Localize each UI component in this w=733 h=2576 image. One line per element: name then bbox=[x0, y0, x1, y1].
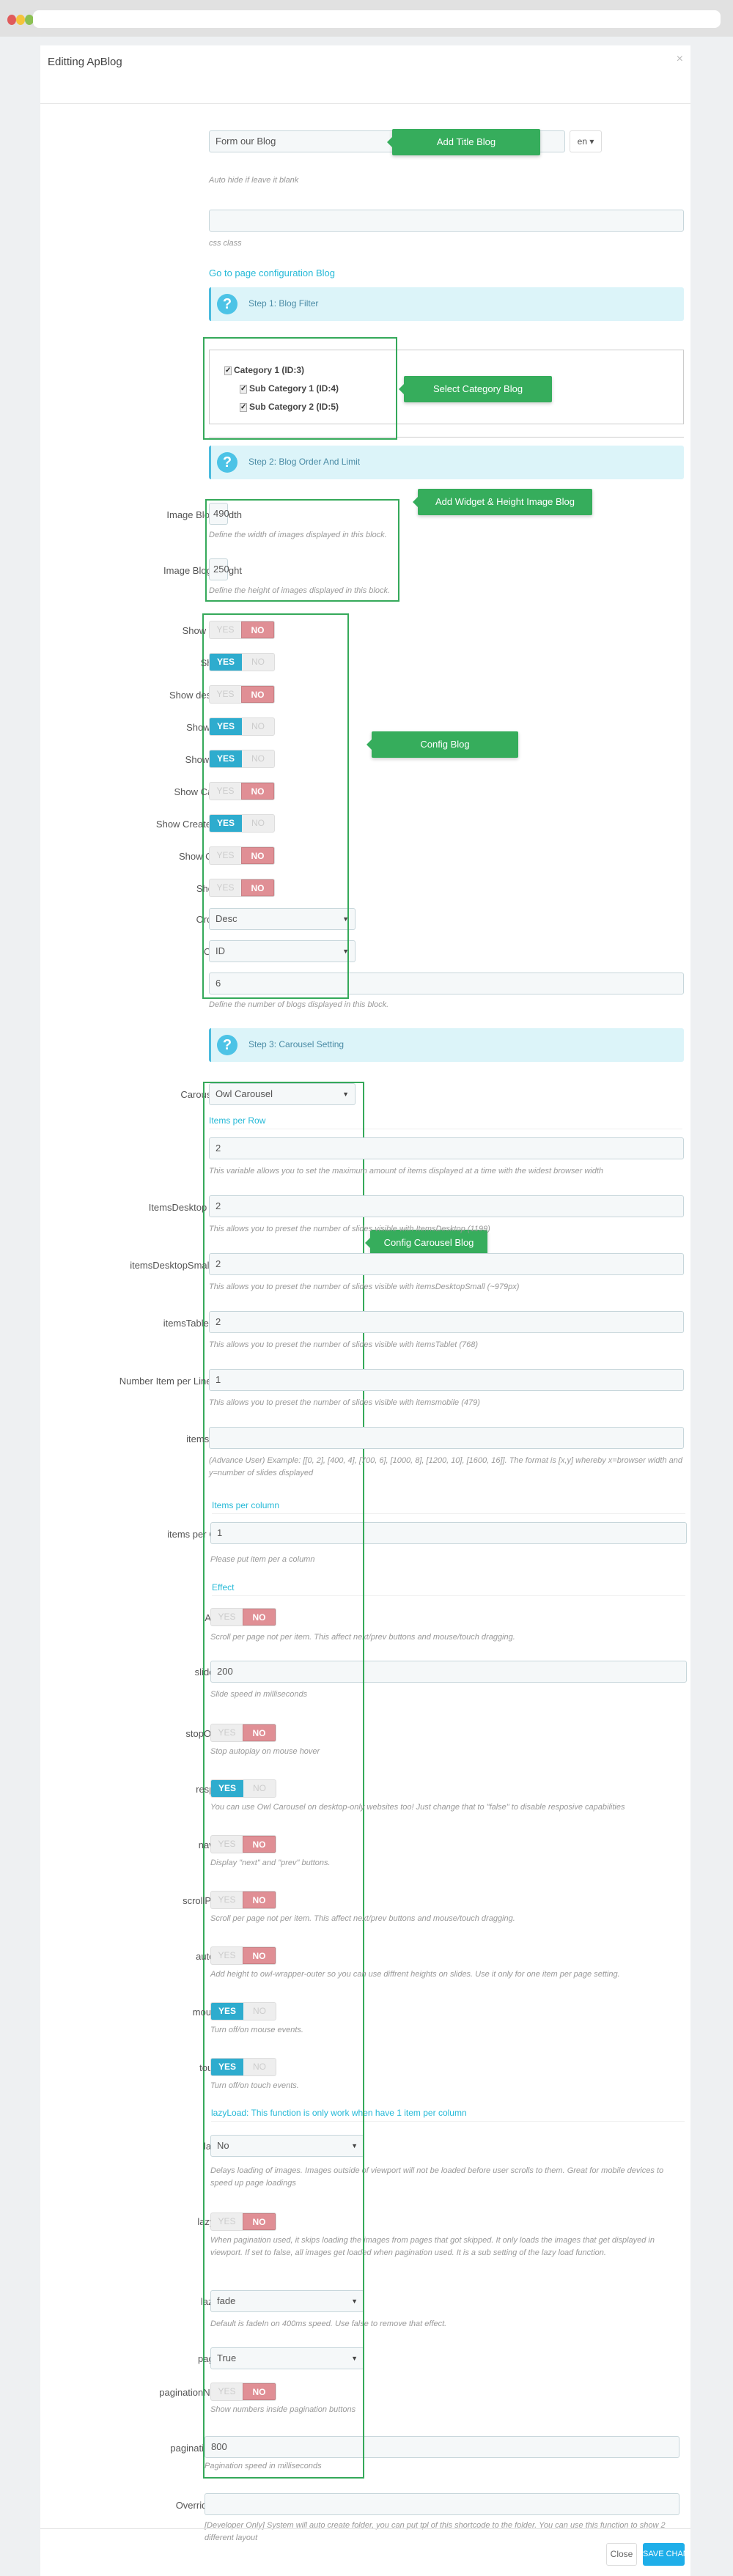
window-close-dot[interactable] bbox=[7, 15, 16, 25]
modal-header: Editting ApBlog × bbox=[40, 45, 690, 104]
effect-toggle-help: Turn off/on touch events. bbox=[210, 2081, 299, 2090]
blog-toggle[interactable]: YES NO bbox=[209, 717, 275, 736]
question-icon: ? bbox=[217, 452, 237, 473]
effect-toggle-help: Scroll per page not per item. This affec… bbox=[210, 1914, 515, 1923]
effect-toggle[interactable]: YES NO bbox=[210, 1946, 276, 1965]
modal-title: Editting ApBlog bbox=[48, 56, 122, 68]
blog-toggle[interactable]: YES NO bbox=[209, 879, 275, 897]
callout-config: Config Blog bbox=[366, 731, 518, 758]
items-field-input[interactable] bbox=[209, 1427, 684, 1449]
save-changes-button[interactable]: SAVE CHANGES bbox=[643, 2543, 685, 2566]
class-input[interactable] bbox=[209, 210, 684, 232]
blog-toggle[interactable]: YES NO bbox=[209, 782, 275, 800]
blog-toggle[interactable]: YES NO bbox=[209, 621, 275, 639]
config-page-link[interactable]: Go to page configuration Blog bbox=[209, 267, 335, 278]
blog-toggle[interactable]: YES NO bbox=[209, 750, 275, 768]
blog-toggle[interactable]: YES NO bbox=[209, 846, 275, 865]
language-select[interactable]: en ▾ bbox=[570, 130, 602, 152]
close-button[interactable]: Close bbox=[606, 2543, 637, 2566]
effect-toggle[interactable]: YES NO bbox=[210, 1835, 276, 1853]
items-field-help: This allows you to preset the number of … bbox=[209, 1283, 520, 1291]
effect-toggle[interactable]: YES NO bbox=[210, 2058, 276, 2076]
effect-toggle[interactable]: YES NO bbox=[210, 1779, 276, 1798]
effect-toggle-help: Turn off/on mouse events. bbox=[210, 2026, 303, 2034]
items-field-input[interactable]: 2 bbox=[209, 1195, 684, 1217]
items-field-help: (Advance User) Example: [[0, 2], [400, 4… bbox=[209, 1456, 682, 1477]
blog-toggle[interactable]: YES NO bbox=[209, 814, 275, 833]
items-field-help: This allows you to preset the number of … bbox=[209, 1398, 480, 1407]
callout-title: Add Title Blog bbox=[387, 129, 540, 155]
items-field-help: This variable allows you to set the maxi… bbox=[209, 1167, 604, 1176]
highlight-category bbox=[203, 337, 397, 440]
blog-toggle[interactable]: YES NO bbox=[209, 685, 275, 704]
window-minimize-dot[interactable] bbox=[16, 15, 25, 25]
step2-text: Step 2: Blog Order And Limit bbox=[248, 457, 361, 467]
callout-image: Add Widget & Height Image Blog bbox=[413, 489, 592, 515]
effect-toggle-help: Add height to owl-wrapper-outer so you c… bbox=[210, 1970, 620, 1979]
effect-toggle-help: Display "next" and "prev" buttons. bbox=[210, 1859, 331, 1867]
question-icon: ? bbox=[217, 1035, 237, 1055]
override-folder-input[interactable] bbox=[205, 2493, 679, 2515]
effect-toggle[interactable]: YES NO bbox=[210, 1724, 276, 1742]
items-field-help: This allows you to preset the number of … bbox=[209, 1340, 479, 1349]
items-field-input[interactable]: 2 bbox=[209, 1137, 684, 1159]
class-help: css class bbox=[209, 239, 242, 248]
step1-text: Step 1: Blog Filter bbox=[248, 298, 319, 309]
close-icon[interactable]: × bbox=[677, 53, 683, 66]
address-bar[interactable] bbox=[33, 10, 721, 28]
items-field-input[interactable]: 2 bbox=[209, 1311, 684, 1333]
callout-category: Select Category Blog bbox=[399, 376, 552, 402]
effect-toggle[interactable]: YES NO bbox=[210, 2002, 276, 2020]
items-field-input[interactable]: 2 bbox=[209, 1253, 684, 1275]
blog-toggle[interactable]: YES NO bbox=[209, 653, 275, 671]
step1-alert: ? Step 1: Blog Filter bbox=[209, 287, 684, 321]
effect-toggle-help: Stop autoplay on mouse hover bbox=[210, 1747, 320, 1756]
edit-modal: Editting ApBlog × Title Form our Blog en… bbox=[40, 45, 690, 2576]
step3-text: Step 3: Carousel Setting bbox=[248, 1039, 345, 1049]
items-field-help: This allows you to preset the number of … bbox=[209, 1225, 490, 1233]
effect-toggle-help: You can use Owl Carousel on desktop-only… bbox=[210, 1803, 625, 1812]
browser-chrome bbox=[0, 0, 733, 37]
step3-alert: ? Step 3: Carousel Setting bbox=[209, 1028, 684, 1062]
items-field-input[interactable]: 1 bbox=[209, 1369, 684, 1391]
override-folder-help: [Developer Only] System will auto create… bbox=[205, 2521, 666, 2542]
modal-footer-divider bbox=[40, 2528, 690, 2529]
limit-help: Define the number of blogs displayed in … bbox=[209, 1000, 389, 1009]
title-help: Auto hide if leave it blank bbox=[209, 176, 299, 185]
effect-toggle[interactable]: YES NO bbox=[210, 1891, 276, 1909]
highlight-image bbox=[205, 499, 399, 602]
step2-alert: ? Step 2: Blog Order And Limit bbox=[209, 446, 684, 479]
question-icon: ? bbox=[217, 294, 237, 314]
